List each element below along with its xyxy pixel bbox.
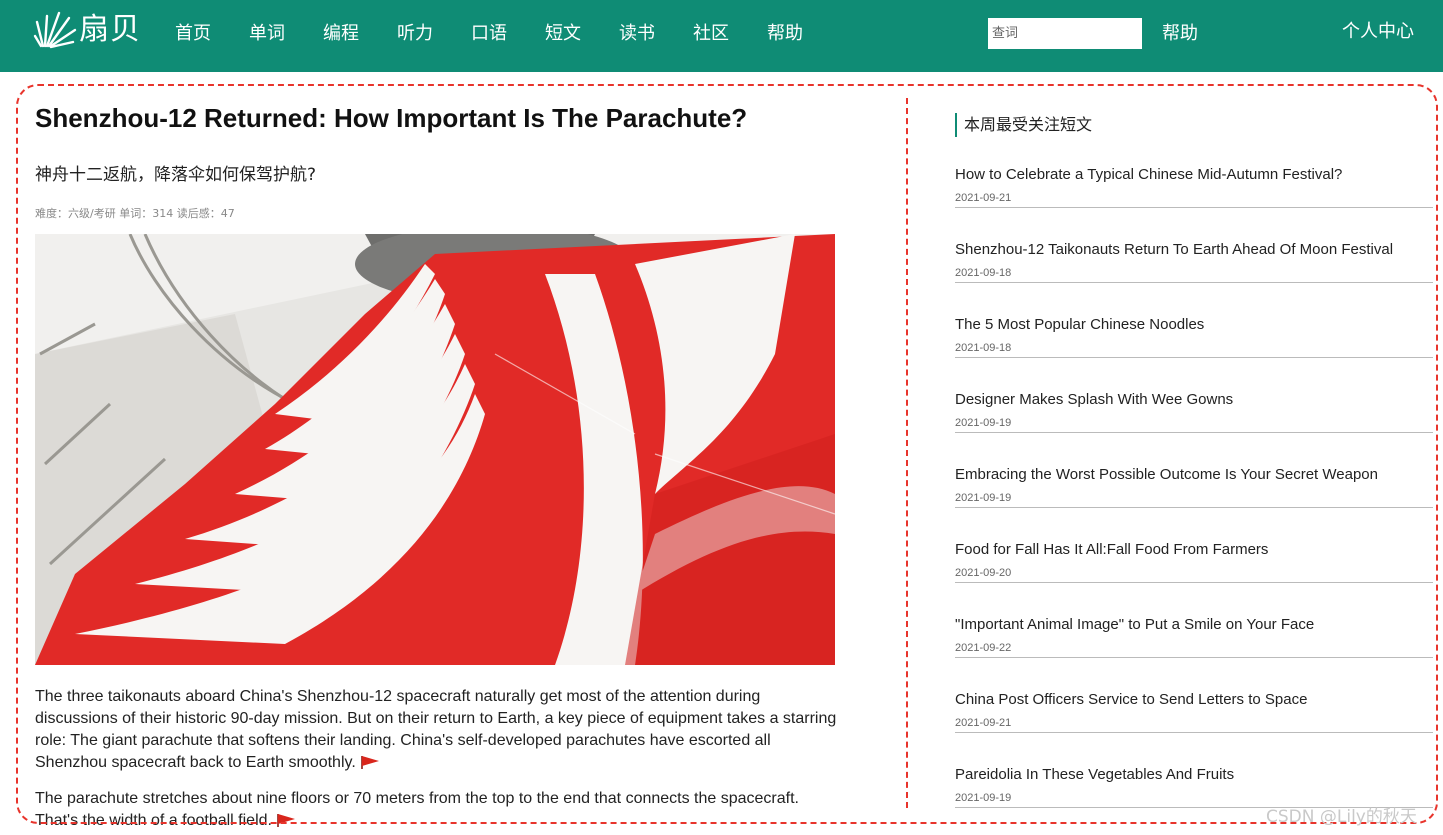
parachute-photo (35, 234, 835, 665)
sidebar-article-title[interactable]: How to Celebrate a Typical Chinese Mid-A… (955, 159, 1435, 185)
sidebar-article-date: 2021-09-18 (955, 266, 1433, 283)
nav-reading[interactable]: 读书 (619, 0, 655, 72)
sidebar-article-title[interactable]: Embracing the Worst Possible Outcome Is … (955, 459, 1435, 485)
nav-listening[interactable]: 听力 (397, 0, 433, 72)
article-title: Shenzhou-12 Returned: How Important Is T… (35, 103, 748, 133)
article-paragraph: The three taikonauts aboard China's Shen… (35, 686, 845, 774)
sidebar-article-date: 2021-09-21 (955, 191, 1433, 208)
sidebar-article-item[interactable]: Embracing the Worst Possible Outcome Is … (955, 459, 1435, 534)
sidebar-article-title[interactable]: Food for Fall Has It All:Fall Food From … (955, 534, 1435, 560)
sidebar-article-date: 2021-09-19 (955, 491, 1433, 508)
article-meta: 难度：六级/考研 单词：314 读后感：47 (35, 207, 235, 220)
sidebar-article-date: 2021-09-21 (955, 716, 1433, 733)
sidebar-article-item[interactable]: Food for Fall Has It All:Fall Food From … (955, 534, 1435, 609)
sidebar-article-date: 2021-09-19 (955, 416, 1433, 433)
logo-text: 扇贝 (79, 12, 141, 47)
nav-community[interactable]: 社区 (693, 0, 729, 72)
sidebar-article-title[interactable]: China Post Officers Service to Send Lett… (955, 684, 1435, 710)
nav-home[interactable]: 首页 (175, 0, 211, 72)
word-search-input[interactable] (988, 18, 1142, 49)
nav-short-articles[interactable]: 短文 (545, 0, 581, 72)
red-flag-icon[interactable] (360, 755, 380, 769)
nav-words[interactable]: 单词 (249, 0, 285, 72)
nav-help[interactable]: 帮助 (767, 0, 803, 72)
nav-speaking[interactable]: 口语 (471, 0, 507, 72)
nav-programming[interactable]: 编程 (323, 0, 359, 72)
sidebar-article-date: 2021-09-22 (955, 641, 1433, 658)
sidebar-heading: 本周最受关注短文 (955, 113, 1435, 137)
sidebar-article-date: 2021-09-20 (955, 566, 1433, 583)
popular-articles-list: How to Celebrate a Typical Chinese Mid-A… (955, 159, 1435, 834)
sidebar-article-title[interactable]: "Important Animal Image" to Put a Smile … (955, 609, 1435, 635)
site-logo[interactable]: 扇贝 (33, 8, 143, 52)
sidebar-article-item[interactable]: The 5 Most Popular Chinese Noodles 2021-… (955, 309, 1435, 384)
sidebar-article-item[interactable]: How to Celebrate a Typical Chinese Mid-A… (955, 159, 1435, 234)
article-body: The three taikonauts aboard China's Shen… (35, 686, 845, 835)
sidebar-article-title[interactable]: The 5 Most Popular Chinese Noodles (955, 309, 1435, 335)
paragraph-text: The three taikonauts aboard China's Shen… (35, 688, 837, 771)
article-paragraph: The parachute stretches about nine floor… (35, 788, 845, 832)
personal-center-link[interactable]: 个人中心 (1342, 0, 1414, 64)
sidebar-article-item[interactable]: China Post Officers Service to Send Lett… (955, 684, 1435, 759)
article-subtitle: 神舟十二返航，降落伞如何保驾护航? (35, 165, 317, 185)
red-flag-icon[interactable] (276, 813, 296, 827)
main-nav: 首页 单词 编程 听力 口语 短文 读书 社区 帮助 (175, 0, 841, 72)
sidebar-article-item[interactable]: "Important Animal Image" to Put a Smile … (955, 609, 1435, 684)
annotation-divider (906, 98, 908, 808)
popular-articles-sidebar: 本周最受关注短文 How to Celebrate a Typical Chin… (955, 112, 1435, 834)
sidebar-article-title[interactable]: Designer Makes Splash With Wee Gowns (955, 384, 1435, 410)
top-navigation-bar: 扇贝 首页 单词 编程 听力 口语 短文 读书 社区 帮助 帮助 个人中心 (0, 0, 1443, 72)
sidebar-article-title[interactable]: Shenzhou-12 Taikonauts Return To Earth A… (955, 234, 1435, 260)
sidebar-article-title[interactable]: Pareidolia In These Vegetables And Fruit… (955, 759, 1435, 785)
sidebar-article-item[interactable]: Shenzhou-12 Taikonauts Return To Earth A… (955, 234, 1435, 309)
sidebar-article-date: 2021-09-18 (955, 341, 1433, 358)
sidebar-article-item[interactable]: Designer Makes Splash With Wee Gowns 202… (955, 384, 1435, 459)
csdn-watermark: CSDN @Lily的秋天 (1266, 807, 1417, 827)
paragraph-text: The parachute stretches about nine floor… (35, 790, 799, 829)
shell-burst-icon (33, 11, 77, 49)
article-image-parachute (35, 234, 835, 665)
help-link[interactable]: 帮助 (1162, 0, 1198, 68)
